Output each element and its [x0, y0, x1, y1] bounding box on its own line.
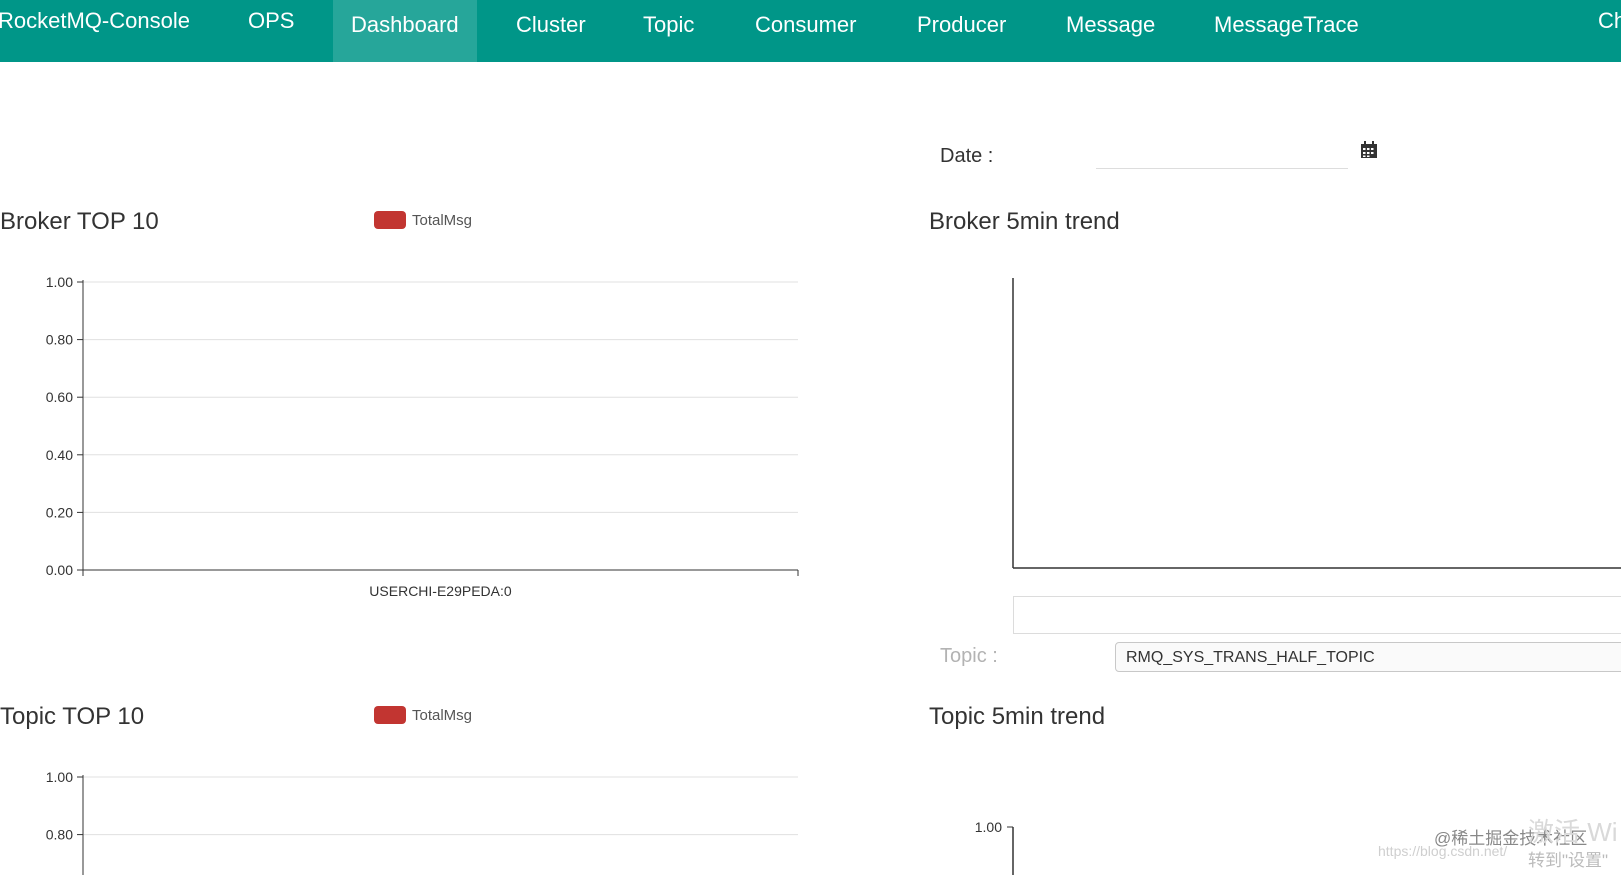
y-tick-label: 0.00: [46, 562, 73, 578]
date-input[interactable]: [1096, 132, 1348, 169]
y-tick-label: 0.20: [46, 504, 73, 520]
broker-trend-chart: [1012, 278, 1621, 569]
broker-trend-title: Broker 5min trend: [929, 208, 1120, 235]
broker-top10-title: Broker TOP 10: [0, 208, 159, 235]
y-tick-label: 1.00: [975, 819, 1002, 835]
y-tick-label: 1.00: [46, 274, 73, 290]
legend-label: TotalMsg: [412, 211, 473, 229]
nav-language-partial[interactable]: Ch: [1598, 8, 1621, 34]
y-tick-label: 0.80: [46, 827, 73, 843]
topic-top10-chart: 0.80 1.00: [46, 769, 798, 875]
topic-top10-legend[interactable]: TotalMsg: [374, 706, 472, 724]
y-tick-label: 0.60: [46, 389, 73, 405]
date-label: Date :: [940, 145, 994, 167]
topic-label: Topic :: [940, 645, 998, 667]
top-navbar: RocketMQ-Console OPS Dashboard Cluster T…: [0, 0, 1621, 62]
watermark-settings: 转到"设置": [1528, 851, 1609, 870]
x-tick-label: USERCHI-E29PEDA:0: [369, 583, 512, 599]
nav-producer[interactable]: Producer: [899, 0, 1024, 62]
broker-trend-zoom-slider[interactable]: [1013, 596, 1621, 634]
watermark-activate-windows: 激活 Wi: [1528, 817, 1618, 847]
y-tick-label: 0.40: [46, 447, 73, 463]
brand-logo[interactable]: RocketMQ-Console: [0, 8, 190, 34]
broker-top10-chart: 0.00 0.20 0.40 0.60 0.80 1.00 USERCHI-E29PEDA:…: [46, 274, 799, 599]
legend-swatch: [374, 706, 406, 724]
nav-messagetrace[interactable]: MessageTrace: [1196, 0, 1377, 62]
legend-label: TotalMsg: [412, 706, 473, 724]
topic-top10-title: Topic TOP 10: [0, 703, 145, 730]
nav-cluster[interactable]: Cluster: [498, 0, 604, 62]
broker-top10-legend[interactable]: TotalMsg: [374, 211, 472, 229]
y-tick-label: 1.00: [46, 769, 73, 785]
y-tick-label: 0.80: [46, 332, 73, 348]
watermark-url: https://blog.csdn.net/: [1378, 843, 1508, 859]
nav-message[interactable]: Message: [1048, 0, 1173, 62]
nav-dashboard[interactable]: Dashboard: [333, 0, 477, 62]
nav-topic[interactable]: Topic: [625, 0, 712, 62]
legend-swatch: [374, 211, 406, 229]
nav-consumer[interactable]: Consumer: [737, 0, 874, 62]
calendar-icon[interactable]: [1360, 141, 1378, 159]
nav-ops[interactable]: OPS: [248, 8, 294, 34]
topic-trend-title: Topic 5min trend: [929, 703, 1106, 730]
topic-select[interactable]: RMQ_SYS_TRANS_HALF_TOPIC: [1115, 642, 1621, 672]
